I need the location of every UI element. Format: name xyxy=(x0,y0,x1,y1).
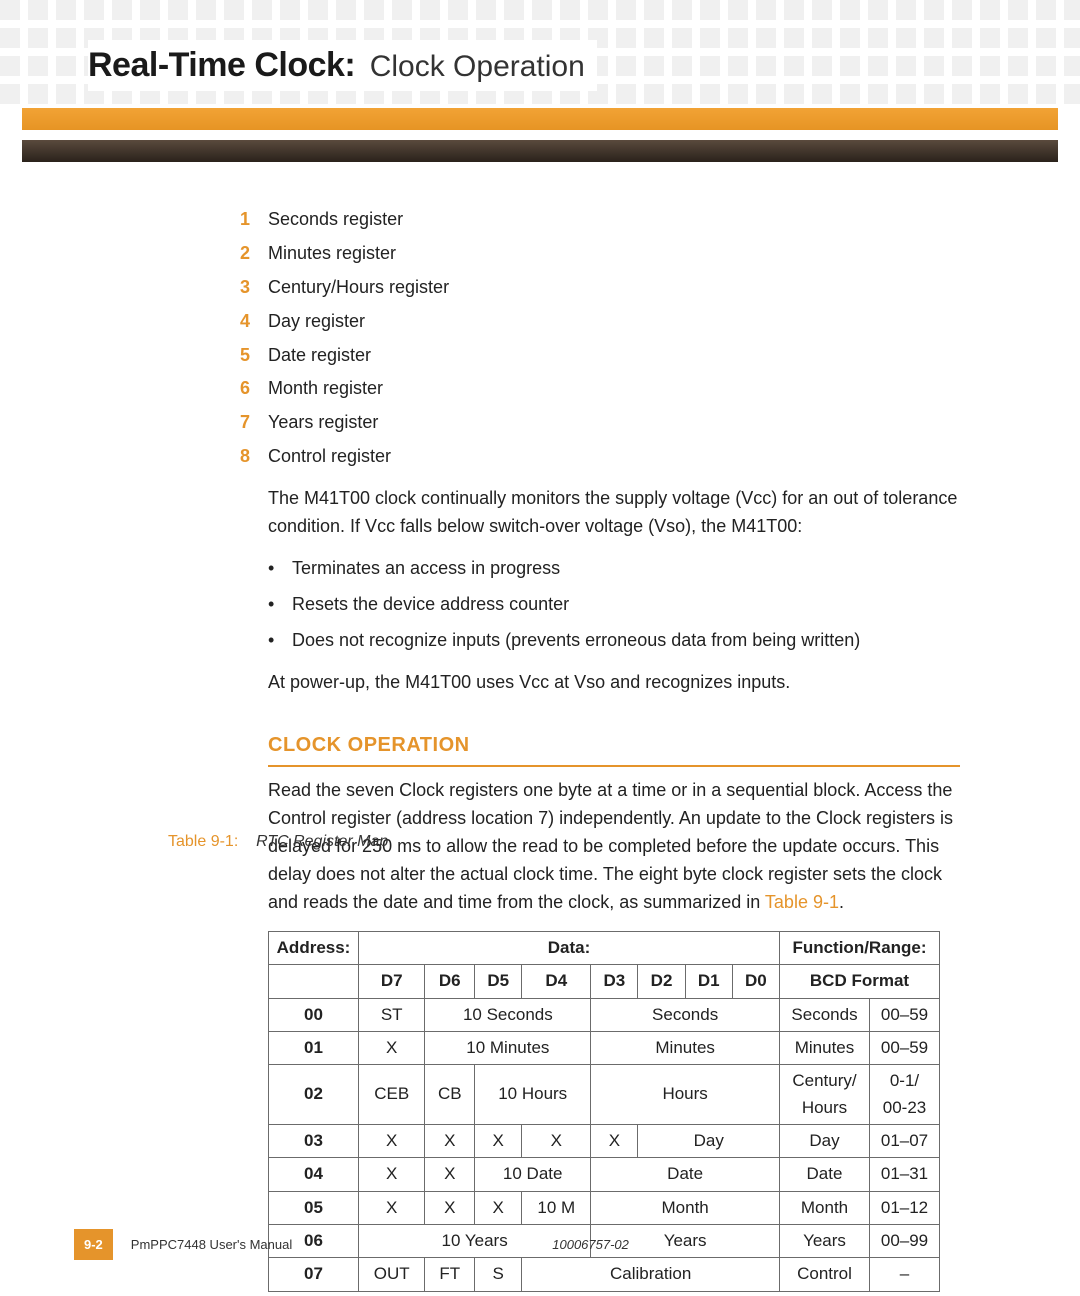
data-cell: CEB xyxy=(359,1065,425,1125)
data-cell: ST xyxy=(359,998,425,1031)
data-cell: X xyxy=(359,1031,425,1064)
range-cell: 00–59 xyxy=(870,998,940,1031)
page-title: Real-Time Clock: Clock Operation xyxy=(88,40,597,91)
data-cell: Calibration xyxy=(522,1258,780,1291)
paragraph: The M41T00 clock continually monitors th… xyxy=(268,485,960,541)
list-item: 4Day register xyxy=(240,308,960,336)
manual-title: PmPPC7448 User's Manual xyxy=(131,1237,292,1252)
func-cell: Day xyxy=(780,1124,870,1157)
title-light: Clock Operation xyxy=(370,50,585,83)
paragraph: At power-up, the M41T00 uses Vcc at Vso … xyxy=(268,669,960,697)
list-item: •Does not recognize inputs (prevents err… xyxy=(268,627,960,655)
data-cell: 10 Seconds xyxy=(425,998,591,1031)
document-number: 10006757-02 xyxy=(552,1237,629,1252)
func-cell: Month xyxy=(780,1191,870,1224)
data-cell: Seconds xyxy=(591,998,780,1031)
table-row: 02CEBCB10 HoursHoursCentury/ Hours0-1/ 0… xyxy=(269,1065,940,1125)
section-heading: CLOCK OPERATION xyxy=(268,730,960,761)
page-number-badge: 9-2 xyxy=(74,1229,113,1260)
range-cell: – xyxy=(870,1258,940,1291)
col-header-data: Data: xyxy=(359,931,780,964)
list-item: 6Month register xyxy=(240,375,960,403)
range-cell: 01–31 xyxy=(870,1158,940,1191)
content-area: 1Seconds register 2Minutes register 3Cen… xyxy=(240,200,960,1292)
dark-divider-bar xyxy=(22,140,1058,162)
data-cell: X xyxy=(591,1124,638,1157)
orange-divider-bar xyxy=(22,108,1058,130)
range-cell: 0-1/ 00-23 xyxy=(870,1065,940,1125)
list-item: 1Seconds register xyxy=(240,206,960,234)
data-cell: 10 Hours xyxy=(475,1065,591,1125)
table-row: 07OUTFTSCalibrationControl– xyxy=(269,1258,940,1291)
data-cell: Month xyxy=(591,1191,780,1224)
addr-cell: 00 xyxy=(269,998,359,1031)
func-cell: Seconds xyxy=(780,998,870,1031)
data-cell: 10 M xyxy=(522,1191,591,1224)
table-row: 04XX10 DateDateDate01–31 xyxy=(269,1158,940,1191)
col-header-address: Address: xyxy=(269,931,359,964)
table-caption: Table 9-1: RTC Register Map xyxy=(168,830,388,855)
range-cell: 00–59 xyxy=(870,1031,940,1064)
data-cell: 10 Date xyxy=(475,1158,591,1191)
data-cell: X xyxy=(475,1124,522,1157)
list-item: •Terminates an access in progress xyxy=(268,555,960,583)
data-cell: Hours xyxy=(591,1065,780,1125)
list-item: 5Date register xyxy=(240,342,960,370)
range-cell: 01–07 xyxy=(870,1124,940,1157)
table-reference-link[interactable]: Table 9-1 xyxy=(765,892,839,912)
table-row: 05XXX10 MMonthMonth01–12 xyxy=(269,1191,940,1224)
data-cell: X xyxy=(425,1124,475,1157)
data-cell: 10 Minutes xyxy=(425,1031,591,1064)
addr-cell: 05 xyxy=(269,1191,359,1224)
title-bold: Real-Time Clock: xyxy=(88,46,355,84)
table-row: 03XXXXXDayDay01–07 xyxy=(269,1124,940,1157)
addr-cell: 02 xyxy=(269,1065,359,1125)
addr-cell: 04 xyxy=(269,1158,359,1191)
list-item: •Resets the device address counter xyxy=(268,591,960,619)
addr-cell: 07 xyxy=(269,1258,359,1291)
list-item: 3Century/Hours register xyxy=(240,274,960,302)
data-cell: X xyxy=(425,1191,475,1224)
table-row: 00ST10 SecondsSecondsSeconds00–59 xyxy=(269,998,940,1031)
list-item: 8Control register xyxy=(240,443,960,471)
func-cell: Century/ Hours xyxy=(780,1065,870,1125)
bullet-list: •Terminates an access in progress •Reset… xyxy=(268,555,960,655)
data-cell: X xyxy=(359,1124,425,1157)
list-item: 7Years register xyxy=(240,409,960,437)
data-cell: S xyxy=(475,1258,522,1291)
func-cell: Control xyxy=(780,1258,870,1291)
data-cell: OUT xyxy=(359,1258,425,1291)
data-cell: CB xyxy=(425,1065,475,1125)
addr-cell: 01 xyxy=(269,1031,359,1064)
data-cell: Date xyxy=(591,1158,780,1191)
list-item: 2Minutes register xyxy=(240,240,960,268)
data-cell: X xyxy=(475,1191,522,1224)
data-cell: X xyxy=(522,1124,591,1157)
data-cell: FT xyxy=(425,1258,475,1291)
data-cell: X xyxy=(359,1158,425,1191)
table-row: 01X10 MinutesMinutesMinutes00–59 xyxy=(269,1031,940,1064)
section-underline xyxy=(268,765,960,767)
data-cell: X xyxy=(359,1191,425,1224)
data-cell: Minutes xyxy=(591,1031,780,1064)
addr-cell: 03 xyxy=(269,1124,359,1157)
func-cell: Minutes xyxy=(780,1031,870,1064)
data-cell: Day xyxy=(638,1124,780,1157)
register-list: 1Seconds register 2Minutes register 3Cen… xyxy=(240,206,960,471)
data-cell: X xyxy=(425,1158,475,1191)
col-header-function: Function/Range: xyxy=(780,931,940,964)
page-footer: 9-2 PmPPC7448 User's Manual 10006757-02 xyxy=(74,1229,1006,1260)
range-cell: 01–12 xyxy=(870,1191,940,1224)
func-cell: Date xyxy=(780,1158,870,1191)
